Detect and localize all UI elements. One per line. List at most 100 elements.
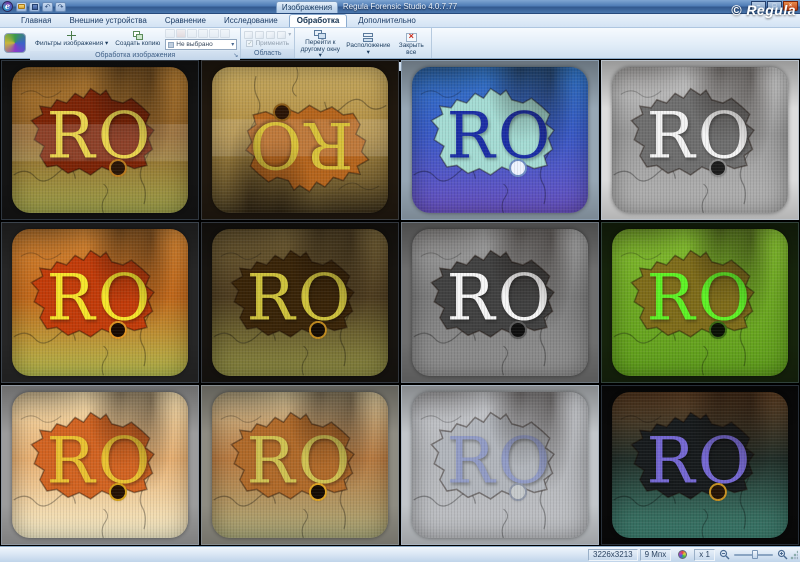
preset-value: Не выбрано bbox=[176, 41, 212, 48]
hologram-photo: RO bbox=[12, 392, 188, 538]
regula-watermark: © Regula bbox=[731, 2, 796, 18]
zoom-slider-thumb[interactable] bbox=[752, 550, 758, 559]
hologram-photo: RO bbox=[12, 229, 188, 375]
open-button[interactable] bbox=[16, 2, 27, 12]
regula-logo-icon: e bbox=[2, 1, 13, 12]
tab-home[interactable]: Главная bbox=[14, 15, 58, 27]
image-cell-softened[interactable]: RO bbox=[201, 385, 399, 545]
preset-tool-6[interactable] bbox=[220, 29, 230, 38]
image-grid: RO bbox=[0, 59, 800, 546]
image-cell-brightened[interactable]: RO bbox=[1, 385, 199, 545]
hologram-photo: RO bbox=[612, 67, 788, 213]
preset-tool-3[interactable] bbox=[187, 29, 197, 38]
image-cell-orange-olive[interactable]: RO bbox=[1, 60, 199, 220]
shadow-streaks bbox=[612, 67, 788, 213]
color-panel bbox=[673, 549, 692, 561]
apply-check-icon: ✓ bbox=[246, 40, 253, 47]
preset-tool-4[interactable] bbox=[198, 29, 208, 38]
window-title: Regula Forensic Studio 4.0.7.77 bbox=[0, 2, 800, 11]
close-all-button[interactable]: Закрыть все bbox=[394, 32, 428, 57]
image-cell-green-channel[interactable]: RO bbox=[601, 222, 799, 382]
zoom-slider[interactable] bbox=[734, 549, 773, 560]
color-wheel-icon[interactable] bbox=[678, 550, 687, 559]
zoom-out-icon[interactable] bbox=[719, 549, 730, 560]
dropdown-arrow-icon[interactable]: ▾ bbox=[288, 31, 291, 38]
zoom-level: х 1 bbox=[694, 549, 715, 561]
group-label-processing: Обработка изображения ↘ bbox=[30, 51, 240, 60]
image-cell-dark-olive[interactable]: RO bbox=[201, 222, 399, 382]
hologram-photo: RO bbox=[412, 229, 588, 375]
area-tool-rect[interactable] bbox=[244, 31, 253, 39]
area-tool-line[interactable] bbox=[277, 31, 286, 39]
filters-icon bbox=[67, 31, 76, 40]
area-tools: ▾ bbox=[244, 31, 291, 39]
title-bar: e ↶ ↷ Regula Forensic Studio 4.0.7.77 Из… bbox=[0, 0, 800, 14]
switch-window-button[interactable]: Перейти к другому окну ▾ bbox=[298, 29, 342, 61]
image-cell-rotated-180[interactable]: RO bbox=[201, 60, 399, 220]
layout-button[interactable]: Расположение ▾ bbox=[345, 32, 391, 57]
hologram-photo: RO bbox=[212, 67, 388, 213]
redo-button[interactable]: ↷ bbox=[55, 2, 66, 12]
app-menu-button[interactable] bbox=[0, 28, 30, 58]
resize-grip-icon[interactable] bbox=[790, 550, 798, 560]
close-all-label: Закрыть все bbox=[396, 43, 426, 56]
cascade-windows-icon bbox=[314, 30, 326, 39]
dropdown-arrow-icon: ▾ bbox=[319, 52, 322, 59]
tab-processing[interactable]: Обработка bbox=[289, 14, 348, 27]
dropdown-arrow-icon: ▾ bbox=[367, 49, 370, 56]
dropdown-arrow-icon: ▾ bbox=[105, 40, 108, 47]
hologram-photo: RO bbox=[212, 229, 388, 375]
image-filters-label: Фильтры изображения bbox=[35, 40, 103, 47]
create-copy-button[interactable]: Создать копию bbox=[113, 30, 162, 49]
preset-tool-5[interactable] bbox=[209, 29, 219, 38]
tab-comparison[interactable]: Сравнение bbox=[158, 15, 213, 27]
preset-mini-buttons bbox=[165, 29, 237, 38]
quick-access-toolbar: ↶ ↷ bbox=[16, 2, 66, 12]
image-cell-grayscale-light[interactable]: RO bbox=[601, 60, 799, 220]
save-button[interactable] bbox=[29, 2, 40, 12]
undo-icon: ↶ bbox=[45, 3, 51, 11]
app-menu-icon bbox=[4, 33, 26, 53]
shadow-streaks bbox=[412, 67, 588, 213]
contextual-tab-group-label: Изображения bbox=[276, 1, 338, 13]
undo-button[interactable]: ↶ bbox=[42, 2, 53, 12]
preset-tool-1[interactable] bbox=[165, 29, 175, 38]
image-cell-blue-channel[interactable]: RO bbox=[401, 60, 599, 220]
image-filters-button[interactable]: Фильтры изображения ▾ bbox=[33, 30, 110, 49]
folder-icon bbox=[18, 4, 25, 9]
area-tool-pen[interactable] bbox=[266, 31, 275, 39]
layout-icon bbox=[362, 33, 374, 42]
apply-label: Применить bbox=[255, 40, 289, 47]
status-message-area bbox=[0, 549, 586, 561]
preset-dropdown[interactable]: Не выбрано ▾ bbox=[165, 39, 237, 50]
tab-external-devices[interactable]: Внешние устройства bbox=[62, 15, 153, 27]
preset-icon bbox=[168, 42, 174, 48]
image-cell-embossed[interactable]: RO bbox=[401, 385, 599, 545]
image-cell-darkened[interactable]: RO bbox=[601, 385, 799, 545]
zoom-in-icon[interactable] bbox=[777, 549, 788, 560]
switch-window-label: Перейти к другому окну bbox=[301, 39, 340, 53]
tab-bar: Главная Внешние устройства Сравнение Исслед… bbox=[0, 14, 800, 28]
status-bar: 3226x3213 9 Мпх х 1 bbox=[0, 546, 800, 562]
group-window: Перейти к другому окну ▾ Расположение ▾ … bbox=[295, 28, 432, 58]
hologram-photo: RO bbox=[412, 67, 588, 213]
area-tool-lasso[interactable] bbox=[255, 31, 264, 39]
hologram-photo: RO bbox=[412, 392, 588, 538]
megapixels-indicator: 9 Мпх bbox=[640, 549, 672, 561]
preset-tool-2[interactable] bbox=[176, 29, 186, 38]
shadow-streaks bbox=[612, 392, 788, 538]
image-cell-grayscale-dark[interactable]: RO bbox=[401, 222, 599, 382]
create-copy-label: Создать копию bbox=[115, 41, 160, 48]
hologram-photo: RO bbox=[12, 67, 188, 213]
close-all-icon bbox=[406, 33, 417, 42]
image-cell-saturated[interactable]: RO bbox=[1, 222, 199, 382]
application-window: e ↶ ↷ Regula Forensic Studio 4.0.7.77 Из… bbox=[0, 0, 800, 562]
group-label-area: Область bbox=[241, 49, 294, 58]
redo-icon: ↷ bbox=[58, 3, 64, 11]
preset-panel: Не выбрано ▾ bbox=[165, 29, 237, 50]
copy-icon bbox=[133, 31, 143, 40]
apply-button[interactable]: ✓ Применить bbox=[246, 40, 289, 47]
tab-additional[interactable]: Дополнительно bbox=[351, 15, 423, 27]
tab-examination[interactable]: Исследование bbox=[217, 15, 285, 27]
hologram-photo: RO bbox=[612, 229, 788, 375]
